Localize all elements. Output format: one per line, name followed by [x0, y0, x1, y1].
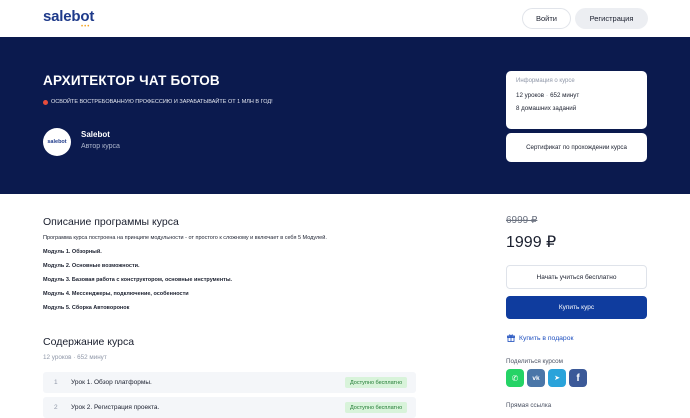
- old-price: 6999 ₽: [506, 215, 538, 226]
- contents-meta: 12 уроков · 652 минут: [43, 354, 107, 361]
- gift-label[interactable]: Купить в подарок: [519, 335, 573, 342]
- telegram-icon[interactable]: ➤: [548, 369, 566, 387]
- info-lessons-minutes: 12 уроков · 652 минут: [516, 92, 637, 99]
- info-card-title: Информация о курсе: [516, 78, 575, 84]
- info-minutes: 652 минут: [550, 92, 580, 99]
- red-dot-icon: [43, 99, 48, 105]
- vk-icon[interactable]: vk: [527, 369, 545, 387]
- course-subtitle: ОСВОЙТЕ ВОСТРЕБОВАННУЮ ПРОФЕССИЮ И ЗАРАБ…: [43, 99, 273, 105]
- whatsapp-icon[interactable]: ✆: [506, 369, 524, 387]
- logo-dots: •••: [81, 24, 91, 30]
- lesson-title[interactable]: Урок 1. Обзор платформы.: [71, 379, 152, 386]
- start-free-button[interactable]: Начать учиться бесплатно: [506, 265, 647, 289]
- module-item: Модуль 1. Обзорный.: [43, 249, 102, 256]
- salebot-logo[interactable]: salebot: [43, 8, 94, 25]
- free-badge: Доступно бесплатно: [345, 402, 408, 413]
- direct-link-label: Прямая ссылка: [506, 402, 552, 409]
- author-role: Автор курса: [81, 143, 120, 150]
- login-button[interactable]: Войти: [522, 8, 571, 29]
- lesson-row[interactable]: 2 Урок 2. Регистрация проекта. Доступно …: [43, 397, 416, 418]
- description-intro: Программа курса построена на принципе мо…: [43, 235, 327, 241]
- lesson-title[interactable]: Урок 2. Регистрация проекта.: [71, 404, 159, 411]
- share-buttons: ✆ vk ➤ f: [506, 369, 587, 387]
- price: 1999 ₽: [506, 234, 557, 251]
- module-item: Модуль 5. Сборка Автоворонок: [43, 305, 130, 312]
- module-item: Модуль 2. Основные возможности.: [43, 263, 140, 270]
- module-item: Модуль 4. Мессенджеры, подключение, особ…: [43, 291, 189, 298]
- register-button[interactable]: Регистрация: [575, 8, 648, 29]
- lesson-number: 1: [54, 379, 58, 386]
- info-lessons: 12 уроков: [516, 92, 545, 99]
- course-info-card: Информация о курсе 12 уроков · 652 минут 8…: [506, 71, 647, 129]
- course-hero: АРХИТЕКТОР ЧАТ БОТОВ ОСВОЙТЕ ВОСТРЕБОВАН…: [0, 37, 690, 194]
- share-label: Поделиться курсом: [506, 358, 563, 365]
- info-homework: 8 домашних заданий: [516, 105, 577, 112]
- facebook-icon[interactable]: f: [569, 369, 587, 387]
- module-item: Модуль 3. Базовая работа с конструктором…: [43, 277, 233, 284]
- top-bar: salebot ••• Войти Регистрация: [0, 0, 690, 37]
- info-separator: ·: [546, 92, 549, 99]
- gift-link[interactable]: Купить в подарок: [507, 334, 573, 342]
- course-subtitle-text: ОСВОЙТЕ ВОСТРЕБОВАННУЮ ПРОФЕССИЮ И ЗАРАБ…: [51, 99, 273, 105]
- author-name[interactable]: Salebot: [81, 130, 110, 139]
- description-title: Описание программы курса: [43, 216, 179, 228]
- contents-title: Содержание курса: [43, 336, 135, 348]
- lesson-number: 2: [54, 404, 58, 411]
- buy-course-button[interactable]: Купить курс: [506, 296, 647, 319]
- gift-icon: [507, 334, 515, 342]
- course-title: АРХИТЕКТОР ЧАТ БОТОВ: [43, 73, 220, 88]
- certificate-card: Сертификат по прохождении курса: [506, 133, 647, 162]
- free-badge: Доступно бесплатно: [345, 377, 408, 388]
- lesson-row[interactable]: 1 Урок 1. Обзор платформы. Доступно бесп…: [43, 372, 416, 393]
- description-body: Программа курса построена на принципе мо…: [43, 235, 443, 320]
- author-avatar[interactable]: salebot: [43, 128, 71, 156]
